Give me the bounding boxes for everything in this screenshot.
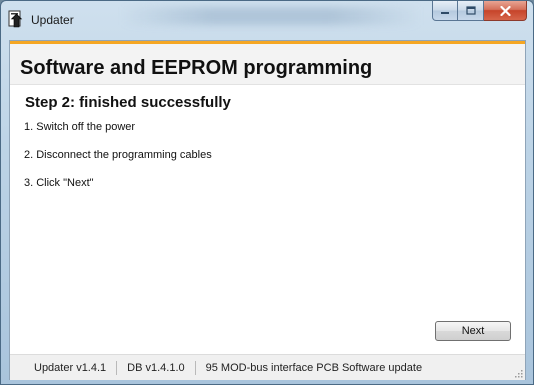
window-title: Updater [31, 13, 74, 27]
next-button[interactable]: Next [435, 321, 511, 341]
maximize-icon [465, 6, 476, 15]
status-bar: Updater v1.4.1 DB v1.4.1.0 95 MOD-bus in… [10, 354, 525, 380]
app-version-label: Updater v1.4.1 [34, 361, 107, 374]
minimize-button[interactable] [432, 1, 458, 21]
maximize-button[interactable] [458, 1, 484, 21]
page-title: Software and EEPROM programming [20, 57, 373, 79]
caption-buttons [432, 1, 527, 21]
minimize-icon [441, 11, 449, 14]
resize-grip-icon[interactable] [513, 368, 523, 378]
close-icon [499, 5, 511, 16]
header-band: Software and EEPROM programming [10, 41, 525, 85]
instruction-item: 3. Click "Next" [24, 177, 94, 189]
step-title: Step 2: finished successfully [25, 94, 231, 111]
close-button[interactable] [484, 1, 527, 21]
instruction-item: 1. Switch off the power [24, 121, 136, 133]
updater-app-icon [8, 10, 23, 28]
instruction-list: 1. Switch off the power 2. Disconnect th… [24, 121, 212, 205]
instruction-item: 2. Disconnect the programming cables [24, 149, 212, 161]
title-bar[interactable]: Updater [1, 1, 533, 39]
updater-window: Updater Software and EEPROM programming … [0, 0, 534, 385]
db-version-label: DB v1.4.1.0 [127, 361, 185, 374]
client-area: Software and EEPROM programming Step 2: … [9, 40, 526, 380]
status-description: 95 MOD-bus interface PCB Software update [205, 361, 423, 374]
